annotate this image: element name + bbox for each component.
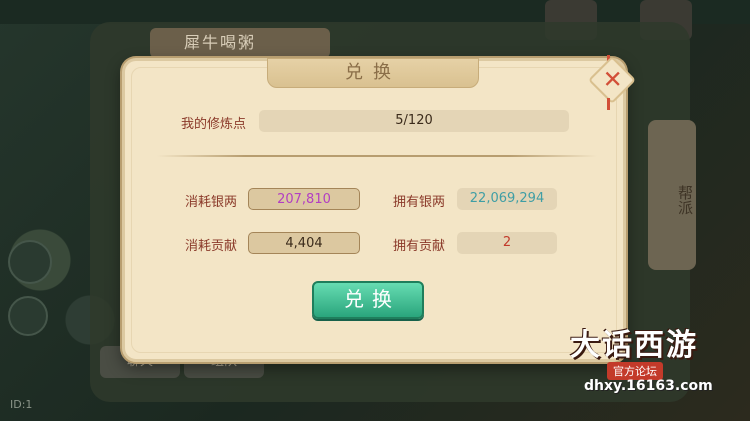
dialog-title: 兑换	[267, 58, 479, 88]
watermark-logo: 大话西游	[570, 328, 698, 363]
silver-cost-label: 消耗银两	[185, 195, 238, 210]
chat-icon[interactable]	[8, 240, 52, 284]
contribution-own-label: 拥有贡献	[393, 239, 446, 254]
status-text: ID:1	[10, 398, 33, 411]
silver-own-value: 22,069,294	[457, 188, 557, 210]
silver-cost-value: 207,810	[248, 188, 360, 210]
divider	[157, 155, 597, 157]
side-tab-guild[interactable]: 帮派	[648, 120, 696, 270]
points-label: 我的修炼点	[181, 117, 247, 132]
side-tab-label: 帮派	[676, 185, 694, 215]
watermark-url: dhxy.16163.com	[584, 378, 713, 394]
silver-own-label: 拥有银两	[393, 195, 446, 210]
emote-icon[interactable]	[8, 296, 48, 336]
redeem-button[interactable]: 兑换	[312, 281, 424, 319]
points-value: 5/120	[259, 110, 569, 132]
close-icon: ✕	[602, 65, 623, 94]
underlying-panel-title: 犀牛喝粥	[150, 28, 330, 58]
contribution-own-value: 2	[457, 232, 557, 254]
exchange-dialog: 兑换 ✕ 我的修炼点 5/120 消耗银两 207,810 拥有银两 22,06…	[122, 55, 637, 362]
contribution-cost-label: 消耗贡献	[185, 239, 238, 254]
contribution-cost-value: 4,404	[248, 232, 360, 254]
close-pin-bottom	[607, 98, 610, 110]
top-status-bar	[0, 0, 750, 24]
